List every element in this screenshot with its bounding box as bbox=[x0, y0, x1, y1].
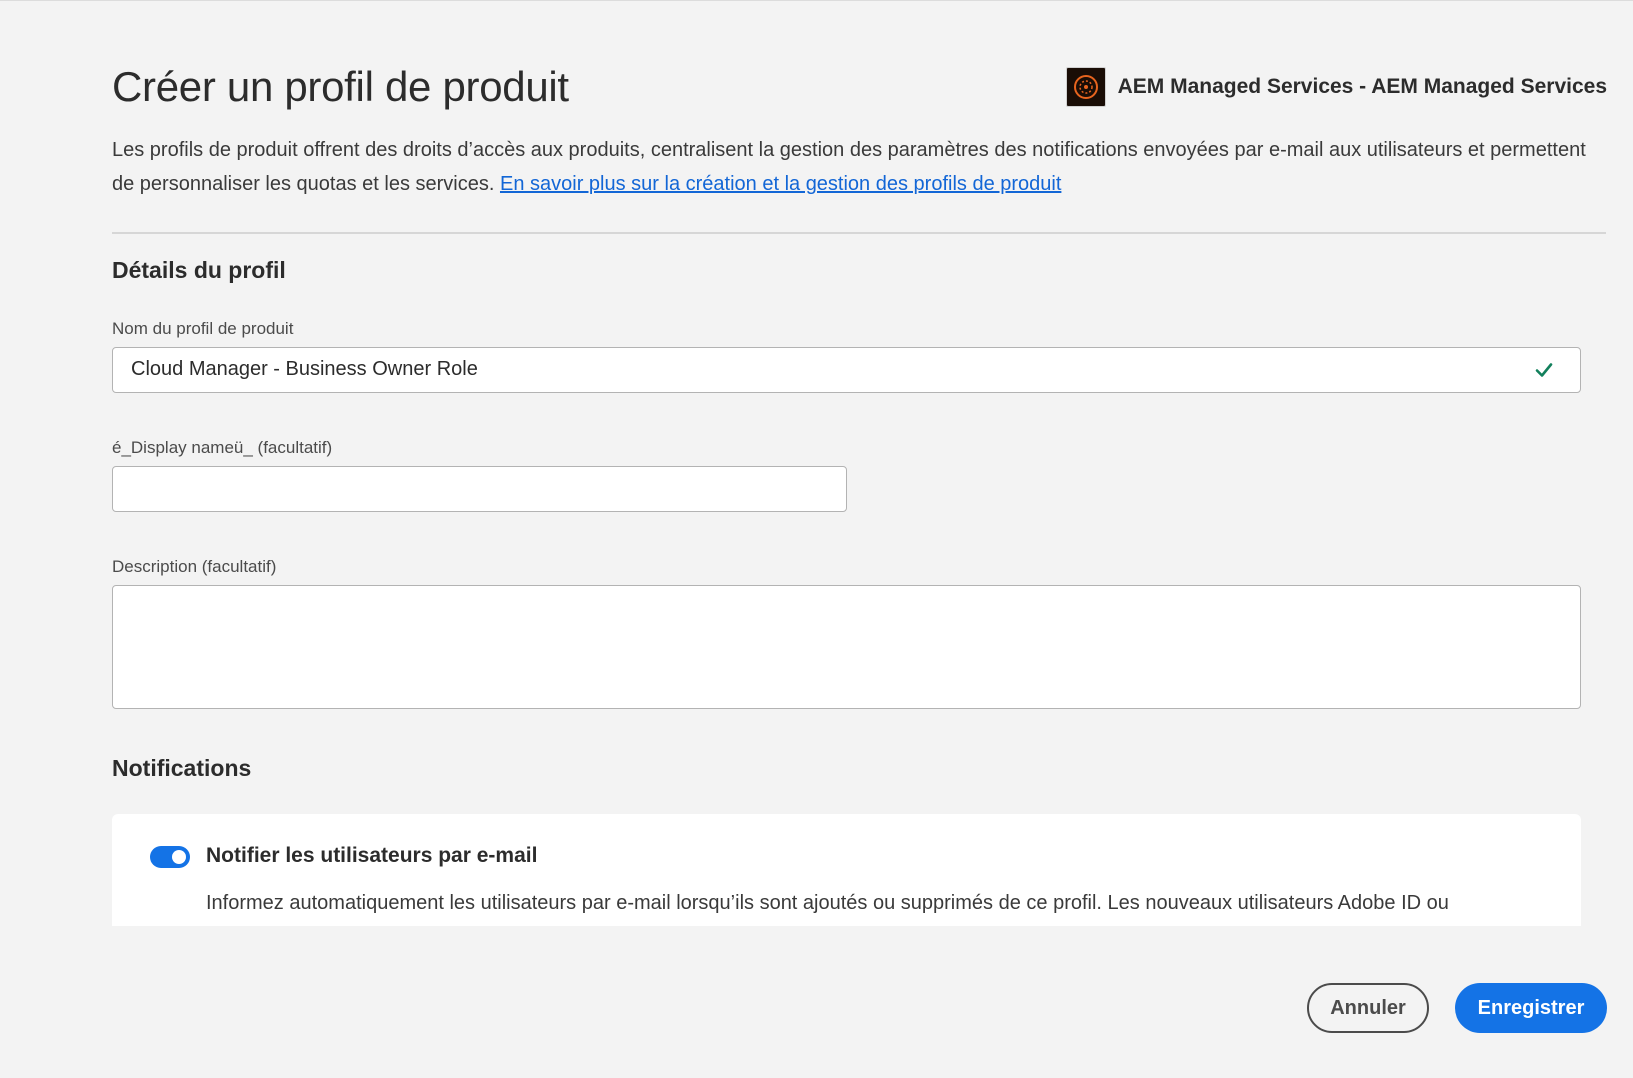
description-label: Description (facultatif) bbox=[112, 557, 277, 576]
page-title: Créer un profil de produit bbox=[112, 63, 569, 110]
cancel-button[interactable]: Annuler bbox=[1307, 983, 1429, 1033]
toggle-knob bbox=[172, 850, 186, 864]
learn-more-link[interactable]: En savoir plus sur la création et la ges… bbox=[500, 173, 1061, 195]
description-textarea[interactable] bbox=[112, 585, 1581, 709]
display-name-label: é_Display nameü_ (facultatif) bbox=[112, 438, 333, 457]
header-divider bbox=[112, 232, 1606, 234]
create-product-profile-dialog: Créer un profil de produit AEM Managed S… bbox=[0, 0, 1633, 1078]
display-name-input[interactable] bbox=[112, 466, 847, 512]
org-indicator: AEM Managed Services - AEM Managed Servi… bbox=[1065, 67, 1607, 107]
email-notification-toggle[interactable] bbox=[150, 846, 190, 868]
product-profile-name-input[interactable]: Cloud Manager - Business Owner Role bbox=[112, 347, 1581, 393]
email-notification-description: Informez automatiquement les utilisateur… bbox=[206, 892, 1449, 914]
product-profile-name-value: Cloud Manager - Business Owner Role bbox=[131, 358, 478, 380]
checkmark-icon bbox=[1534, 360, 1554, 385]
email-notification-label: Notifier les utilisateurs par e-mail bbox=[206, 844, 538, 867]
product-profile-name-label: Nom du profil de produit bbox=[112, 319, 294, 338]
intro-paragraph: Les profils de produit offrent des droit… bbox=[112, 133, 1592, 201]
save-button[interactable]: Enregistrer bbox=[1455, 983, 1607, 1033]
aem-managed-services-logo-icon bbox=[1065, 67, 1106, 107]
notifications-heading: Notifications bbox=[112, 755, 252, 781]
org-name: AEM Managed Services - AEM Managed Servi… bbox=[1117, 75, 1607, 98]
notifications-card: Notifier les utilisateurs par e-mail Inf… bbox=[112, 814, 1581, 926]
profile-details-heading: Détails du profil bbox=[112, 257, 286, 283]
